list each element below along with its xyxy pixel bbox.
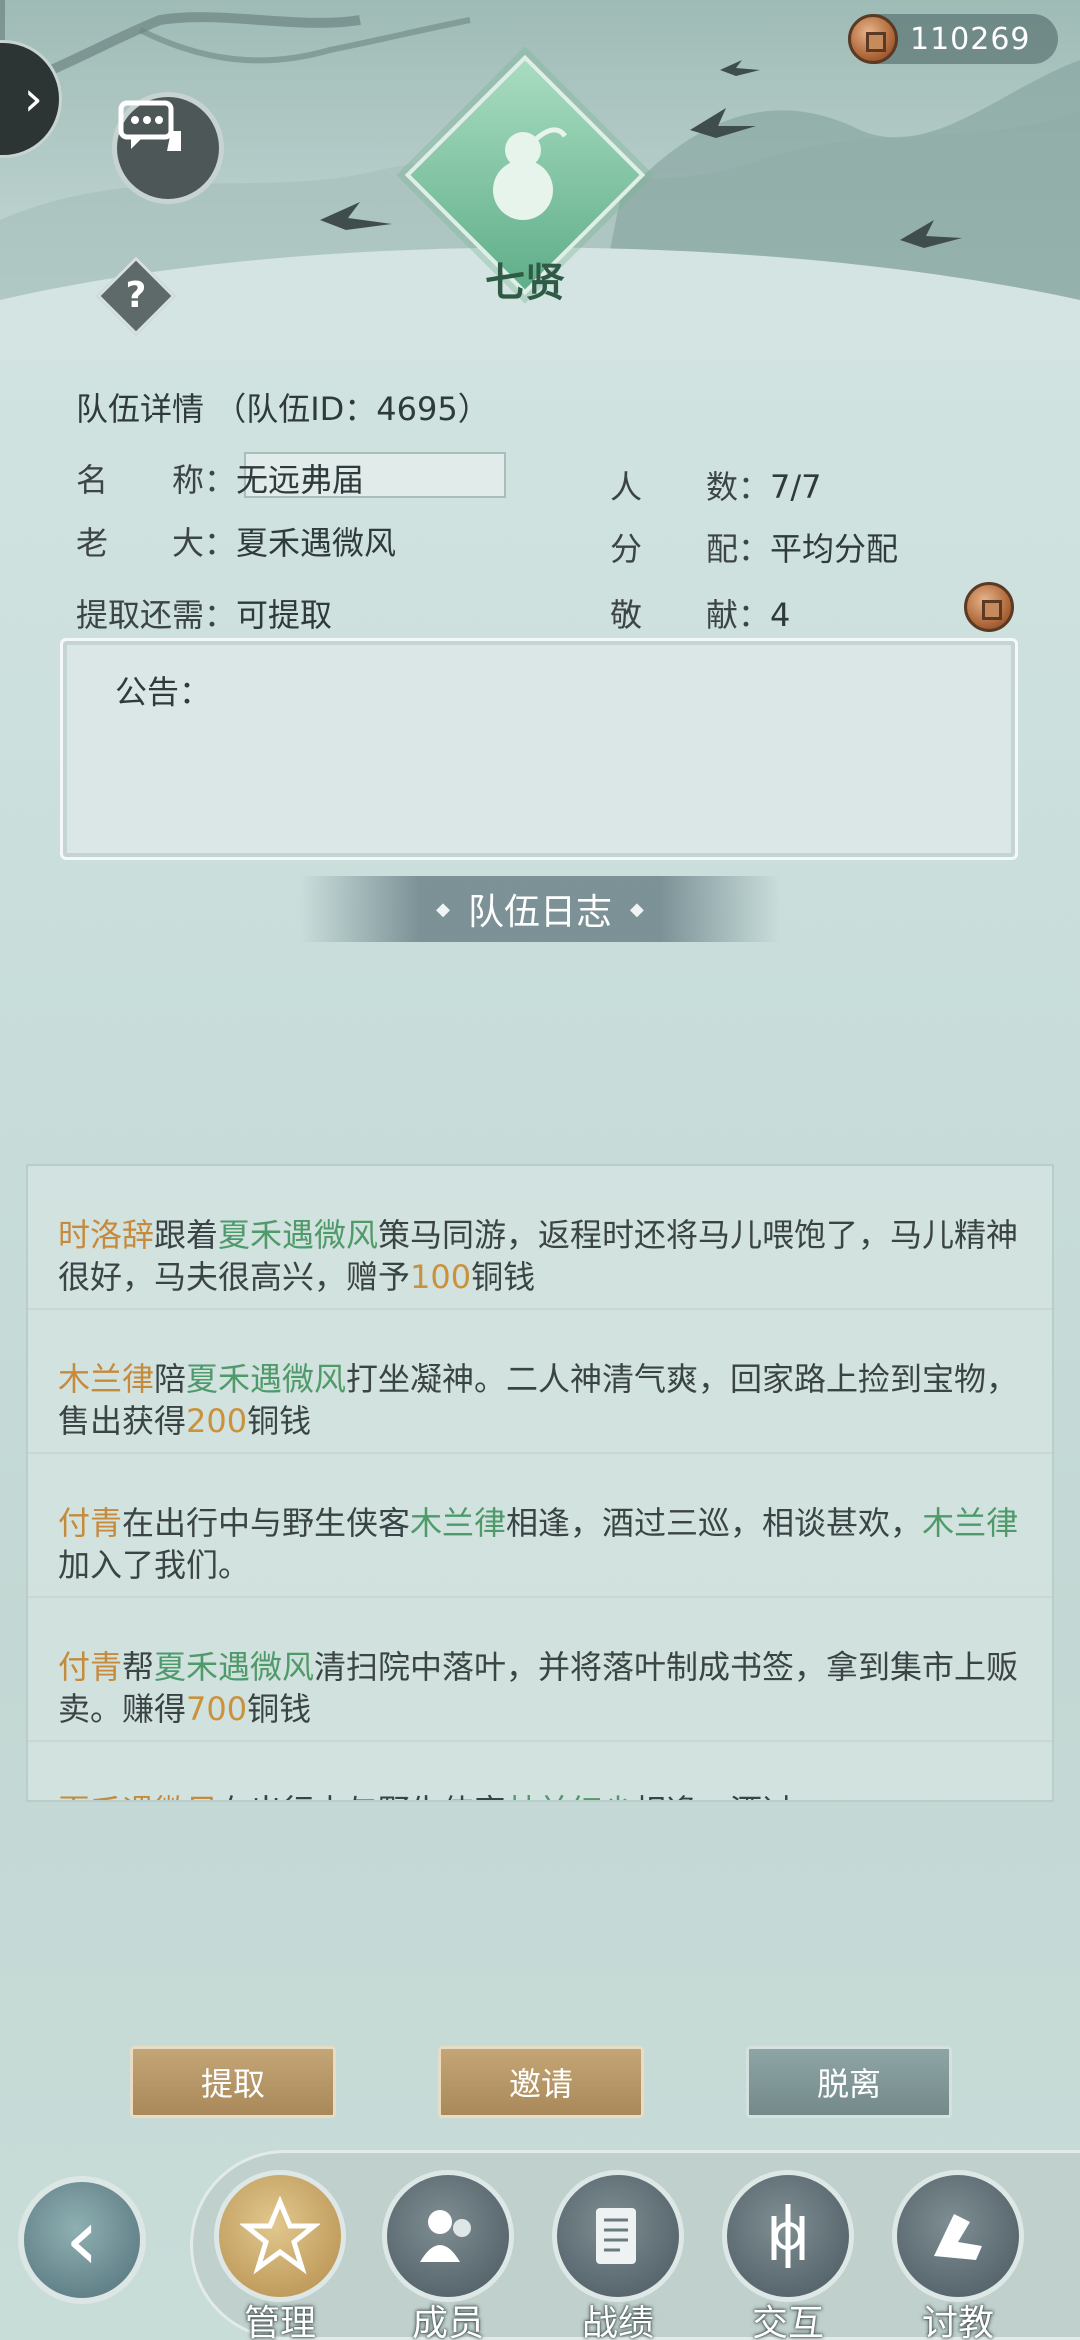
log-amount: 700: [186, 1690, 248, 1728]
leader-row: 老 大：夏禾遇微风: [76, 518, 396, 564]
log-text: 铜钱: [247, 1690, 312, 1728]
crossed-swords-icon: [722, 2170, 854, 2302]
leader-label: 老 大：: [76, 524, 237, 562]
withdraw-status-value: 可提取: [236, 596, 333, 634]
withdraw-status-row: 提取还需：可提取: [76, 590, 332, 636]
nav-members[interactable]: 成员: [382, 2170, 514, 2340]
log-text: 相逢，酒过三巡，相谈甚欢，: [506, 1504, 923, 1542]
nav-interact-label: 交互: [751, 2303, 824, 2340]
distribution-value: 平均分配: [770, 530, 899, 568]
nav-records-label: 战绩: [581, 2303, 654, 2340]
log-entry: 付青帮夏禾遇微风清扫院中落叶，并将落叶制成书签，拿到集市上贩卖。赚得700铜钱: [28, 1598, 1052, 1742]
contribution-row: 敬 献：4: [610, 590, 790, 636]
log-text: 跟着: [154, 1216, 219, 1254]
log-text: 帮: [122, 1648, 155, 1686]
log-text: 在出行中与野生侠客: [122, 1504, 411, 1542]
log-entry: 夏禾遇微风在出行中与野生侠客林前红尘相逢，酒过: [28, 1742, 1052, 1800]
invite-button-label: 邀请: [508, 2065, 573, 2103]
log-text: 加入了我们。: [58, 1546, 251, 1584]
log-target: 夏禾遇微风: [218, 1216, 379, 1254]
team-log-title: 队伍日志: [467, 892, 612, 933]
coin-balance: 110269: [848, 14, 1058, 64]
team-details-heading: 队伍详情: [76, 390, 205, 428]
question-mark-icon: ?: [125, 275, 147, 316]
fist-icon: [892, 2170, 1024, 2302]
nav-manage-label: 管理: [243, 2303, 316, 2340]
log-amount: 100: [410, 1258, 472, 1296]
withdraw-button-label: 提取: [200, 2065, 265, 2103]
contribute-coin-icon[interactable]: [964, 582, 1014, 632]
records-scroll-icon: [552, 2170, 684, 2302]
manage-icon: [214, 2170, 346, 2302]
team-name-value: 无远弗届: [236, 461, 365, 499]
emblem-title: 七贤: [485, 259, 565, 306]
log-target: 木兰律: [922, 1504, 1019, 1542]
announcement-label: 公告：: [115, 673, 212, 711]
contribution-label: 敬 献：: [610, 596, 771, 634]
back-arrow-icon: ‹: [64, 2190, 100, 2290]
log-actor: 时洛辞: [58, 1216, 155, 1254]
team-name-label: 名 称：: [76, 461, 237, 499]
log-target: 夏禾遇微风: [154, 1648, 315, 1686]
log-entry: 木兰律陪夏禾遇微风打坐凝神。二人神清气爽，回家路上捡到宝物，售出获得200铜钱: [28, 1310, 1052, 1454]
copper-coin-icon: [848, 14, 898, 64]
team-details-title: 队伍详情 （队伍ID：4695）: [76, 384, 490, 430]
log-entry: 时洛辞跟着夏禾遇微风策马同游，返程时还将马儿喂饱了，马儿精神很好，马夫很高兴，赠…: [28, 1166, 1052, 1310]
leave-team-button-label: 脱离: [816, 2065, 881, 2103]
log-text: 在出行中与野生侠客: [218, 1792, 506, 1800]
team-id: （队伍ID：4695）: [214, 390, 490, 428]
leave-team-button[interactable]: 脱离: [746, 2046, 952, 2118]
distribution-label: 分 配：: [610, 530, 771, 568]
team-log-list[interactable]: 时洛辞跟着夏禾遇微风策马同游，返程时还将马儿喂饱了，马儿精神很好，马夫很高兴，赠…: [26, 1164, 1054, 1802]
coin-value: 110269: [910, 21, 1031, 57]
log-target: 林前红尘: [506, 1792, 634, 1800]
invite-button[interactable]: 邀请: [438, 2046, 644, 2118]
nav-manage[interactable]: 管理: [214, 2170, 346, 2340]
members-icon: [382, 2170, 514, 2302]
announcement-box: 公告：: [60, 638, 1018, 860]
member-count-label: 人 数：: [610, 468, 771, 506]
log-text: 铜钱: [471, 1258, 536, 1296]
withdraw-button[interactable]: 提取: [130, 2046, 336, 2118]
nav-learn[interactable]: 讨教: [892, 2170, 1024, 2340]
team-log-banner: ◆ 队伍日志 ◆: [300, 876, 780, 942]
log-actor: 夏禾遇微风: [58, 1792, 218, 1800]
nav-interact[interactable]: 交互: [722, 2170, 854, 2340]
log-actor: 木兰律: [58, 1360, 155, 1398]
chat-button[interactable]: [112, 92, 224, 204]
diamond-ornament-icon: ◆: [436, 898, 450, 920]
back-button[interactable]: ‹: [18, 2176, 146, 2304]
leader-value: 夏禾遇微风: [236, 524, 397, 562]
nav-members-label: 成员: [411, 2303, 484, 2340]
header-scenery: 110269 › ? 七贤: [0, 0, 1080, 360]
log-amount: 200: [186, 1402, 248, 1440]
nav-records[interactable]: 战绩: [552, 2170, 684, 2340]
log-entry: 付青在出行中与野生侠客木兰律相逢，酒过三巡，相谈甚欢，木兰律加入了我们。: [28, 1454, 1052, 1598]
log-text: 铜钱: [247, 1402, 312, 1440]
nav-learn-label: 讨教: [921, 2303, 994, 2340]
member-count-value: 7/7: [770, 468, 822, 506]
diamond-ornament-icon: ◆: [630, 898, 644, 920]
team-name-row: 名 称：无远弗届: [76, 455, 364, 501]
log-target: 夏禾遇微风: [186, 1360, 347, 1398]
withdraw-status-label: 提取还需：: [76, 596, 237, 634]
distribution-row: 分 配：平均分配: [610, 524, 898, 570]
log-target: 木兰律: [410, 1504, 507, 1542]
log-text: 相逢，酒过: [634, 1792, 794, 1800]
contribution-value: 4: [770, 596, 791, 634]
log-text: 陪: [154, 1360, 187, 1398]
chat-bubble-icon: [118, 100, 181, 151]
log-actor: 付青: [58, 1648, 123, 1686]
chevron-right-icon: ›: [23, 71, 43, 127]
member-count-row: 人 数：7/7: [610, 462, 822, 508]
log-actor: 付青: [58, 1504, 123, 1542]
gourd-emblem-icon: [493, 127, 568, 220]
